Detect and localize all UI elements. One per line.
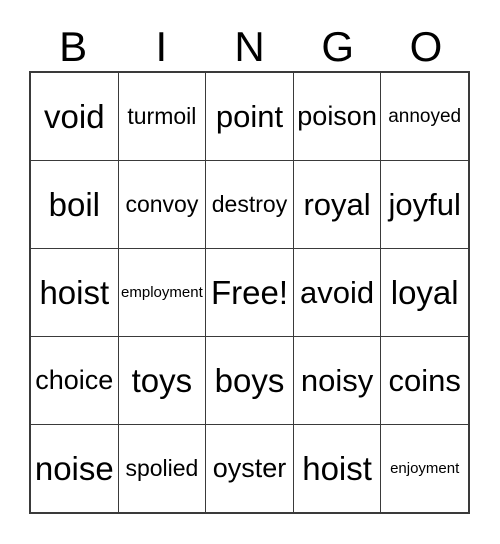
bingo-cell[interactable]: hoist: [294, 425, 382, 512]
bingo-row: boil convoy destroy royal joyful: [31, 161, 468, 249]
bingo-header-letter-n: N: [234, 23, 265, 70]
bingo-cell[interactable]: boil: [31, 161, 119, 248]
bingo-cell-label: void: [44, 98, 105, 135]
bingo-cell-label: avoid: [300, 275, 375, 310]
bingo-cell-label: boys: [214, 362, 285, 399]
bingo-cell[interactable]: joyful: [381, 161, 468, 248]
bingo-cell-label: hoist: [39, 274, 110, 311]
bingo-cell[interactable]: coins: [381, 337, 468, 424]
bingo-cell[interactable]: noisy: [294, 337, 382, 424]
bingo-cell[interactable]: hoist: [31, 249, 119, 336]
bingo-header-letter-o: O: [409, 23, 443, 70]
bingo-cell[interactable]: turmoil: [119, 73, 207, 160]
bingo-grid: void turmoil point poison annoyed boil c…: [29, 71, 470, 514]
bingo-header-row: B I N G O: [29, 16, 470, 71]
bingo-row: choice toys boys noisy coins: [31, 337, 468, 425]
bingo-row: void turmoil point poison annoyed: [31, 73, 468, 161]
bingo-cell[interactable]: destroy: [206, 161, 294, 248]
bingo-cell[interactable]: poison: [294, 73, 382, 160]
bingo-cell[interactable]: choice: [31, 337, 119, 424]
bingo-cell-free[interactable]: Free!: [206, 249, 294, 336]
bingo-cell-label: royal: [303, 187, 371, 222]
bingo-cell-label: enjoyment: [390, 460, 460, 477]
bingo-cell[interactable]: spolied: [119, 425, 207, 512]
bingo-cell-label: turmoil: [127, 103, 197, 129]
bingo-cell-label: choice: [35, 365, 114, 395]
bingo-cell[interactable]: boys: [206, 337, 294, 424]
bingo-header-letter-b: B: [59, 23, 88, 70]
bingo-cell[interactable]: convoy: [119, 161, 207, 248]
bingo-cell-label: coins: [388, 363, 461, 398]
bingo-cell-label: boil: [48, 186, 100, 223]
bingo-cell-label: loyal: [390, 274, 459, 311]
bingo-card: B I N G O void turmoil point poison anno…: [0, 0, 500, 544]
bingo-row: hoist employment Free! avoid loyal: [31, 249, 468, 337]
bingo-cell[interactable]: annoyed: [381, 73, 468, 160]
bingo-cell-label: destroy: [211, 191, 288, 217]
bingo-header-letter-g: G: [321, 23, 355, 70]
bingo-cell-label: point: [215, 99, 284, 134]
bingo-cell[interactable]: enjoyment: [381, 425, 468, 512]
bingo-cell-label: joyful: [388, 187, 461, 222]
bingo-cell[interactable]: royal: [294, 161, 382, 248]
bingo-cell-label: toys: [131, 362, 193, 399]
bingo-cell-label: employment: [121, 284, 203, 301]
bingo-cell-label: noisy: [300, 363, 374, 398]
bingo-cell[interactable]: noise: [31, 425, 119, 512]
bingo-cell[interactable]: loyal: [381, 249, 468, 336]
bingo-cell-label: convoy: [125, 191, 199, 217]
bingo-cell[interactable]: point: [206, 73, 294, 160]
bingo-cell[interactable]: toys: [119, 337, 207, 424]
bingo-cell-label: Free!: [210, 274, 288, 311]
bingo-cell-label: annoyed: [388, 106, 462, 127]
bingo-cell-label: oyster: [212, 453, 287, 483]
bingo-cell-label: spolied: [125, 455, 199, 481]
bingo-cell-label: poison: [297, 101, 377, 131]
bingo-cell[interactable]: oyster: [206, 425, 294, 512]
bingo-cell[interactable]: void: [31, 73, 119, 160]
bingo-header-letter-i: I: [155, 23, 168, 70]
bingo-cell[interactable]: employment: [119, 249, 207, 336]
bingo-cell-label: noise: [34, 450, 114, 487]
bingo-row: noise spolied oyster hoist enjoyment: [31, 425, 468, 512]
bingo-cell-label: hoist: [302, 450, 372, 487]
bingo-cell[interactable]: avoid: [294, 249, 382, 336]
